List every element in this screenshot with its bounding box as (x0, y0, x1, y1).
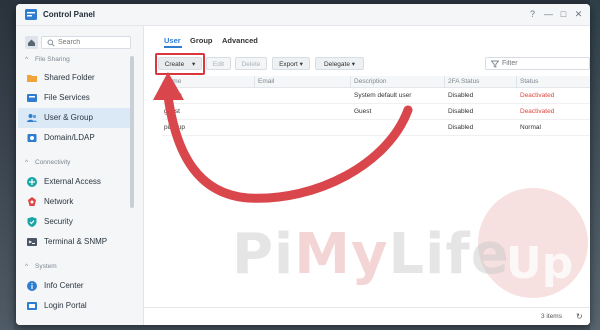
control-panel-window: Control Panel ? — □ ✕ ^File Sharing Shar… (16, 4, 590, 325)
annotation-arrow (153, 72, 413, 203)
desktop-background-left (0, 0, 14, 330)
desktop-background-right (590, 0, 600, 330)
